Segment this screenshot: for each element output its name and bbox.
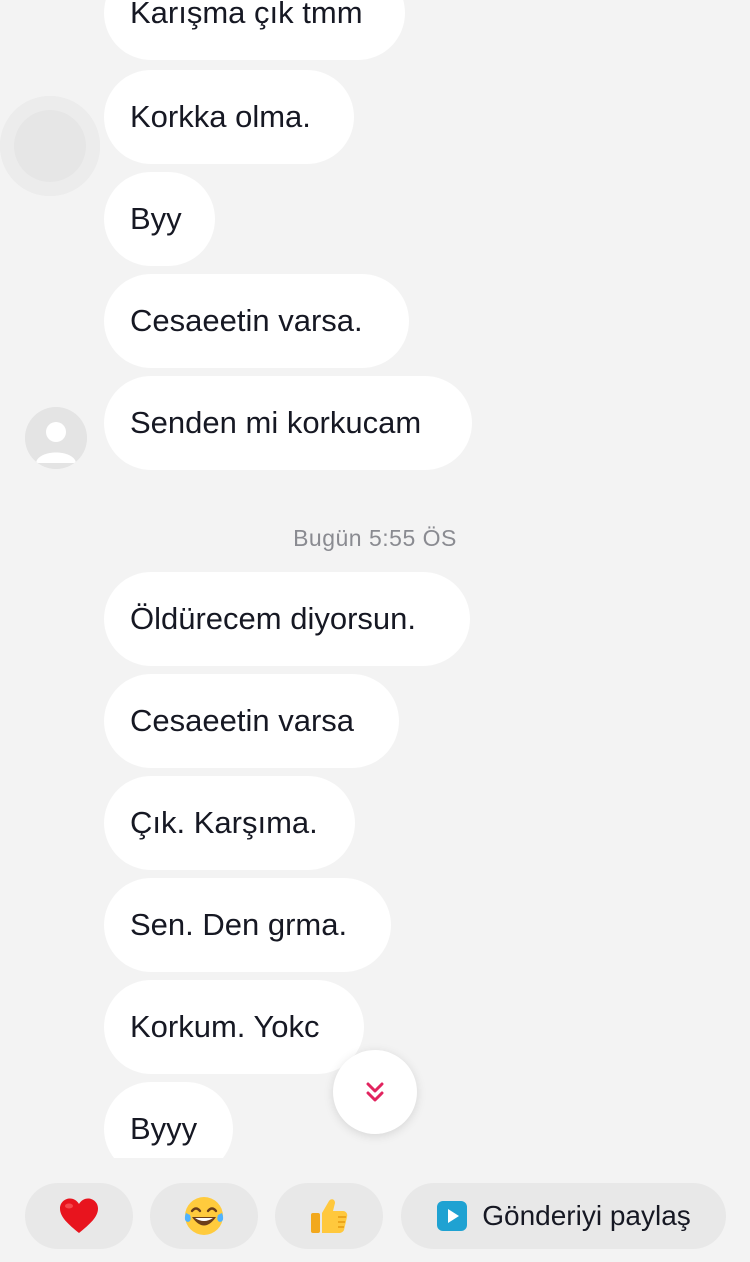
reaction-thumbs-up-button[interactable] <box>275 1183 383 1249</box>
message-bubble[interactable]: Byy <box>104 172 215 266</box>
double-chevron-down-icon <box>366 1082 384 1102</box>
share-post-label: Gönderiyi paylaş <box>482 1200 691 1231</box>
message-bubble[interactable]: Korkum. Yokc <box>104 980 364 1074</box>
message-bubble[interactable]: Korkka olma. <box>104 70 354 164</box>
message-text: Cesaeetin varsa. <box>130 303 363 338</box>
message-text: Öldürecem diyorsun. <box>130 601 417 636</box>
message-bubble[interactable]: Sen. Den grma. <box>104 878 391 972</box>
message-bubble[interactable]: Öldürecem diyorsun. <box>104 572 470 666</box>
heart-icon <box>60 1198 98 1233</box>
share-post-button[interactable]: Gönderiyi paylaş <box>401 1183 726 1249</box>
thumbs-up-icon <box>311 1199 348 1233</box>
message-bubble[interactable]: Cesaeetin varsa <box>104 674 399 768</box>
message-text: Korkka olma. <box>130 99 311 134</box>
message-timestamp: Bugün 5:55 ÖS <box>293 525 457 551</box>
avatar-placeholder-icon <box>25 407 87 469</box>
reaction-laugh-button[interactable] <box>150 1183 258 1249</box>
message-text: Korkum. Yokc <box>130 1009 320 1044</box>
scroll-to-bottom-button[interactable] <box>333 1050 417 1134</box>
message-text: Byyy <box>130 1111 198 1146</box>
message-text: Sen. Den grma. <box>130 907 348 942</box>
tears-of-joy-icon <box>184 1197 224 1235</box>
message-bubble[interactable]: Çık. Karşıma. <box>104 776 355 870</box>
sender-avatar-large[interactable] <box>0 96 100 196</box>
sender-avatar[interactable] <box>25 407 87 469</box>
message-text: Senden mi korkucam <box>130 405 422 440</box>
message-text: Byy <box>130 201 182 236</box>
play-icon <box>437 1201 468 1231</box>
message-bubble[interactable]: Senden mi korkucam <box>104 376 472 470</box>
reaction-heart-button[interactable] <box>25 1183 133 1249</box>
message-text: Çık. Karşıma. <box>130 805 318 840</box>
message-text: Cesaeetin varsa <box>130 703 355 738</box>
message-text: Karışma çık tmm <box>130 0 363 30</box>
message-bubble[interactable]: Cesaeetin varsa. <box>104 274 409 368</box>
message-bubble[interactable]: Karışma çık tmm <box>104 0 405 60</box>
